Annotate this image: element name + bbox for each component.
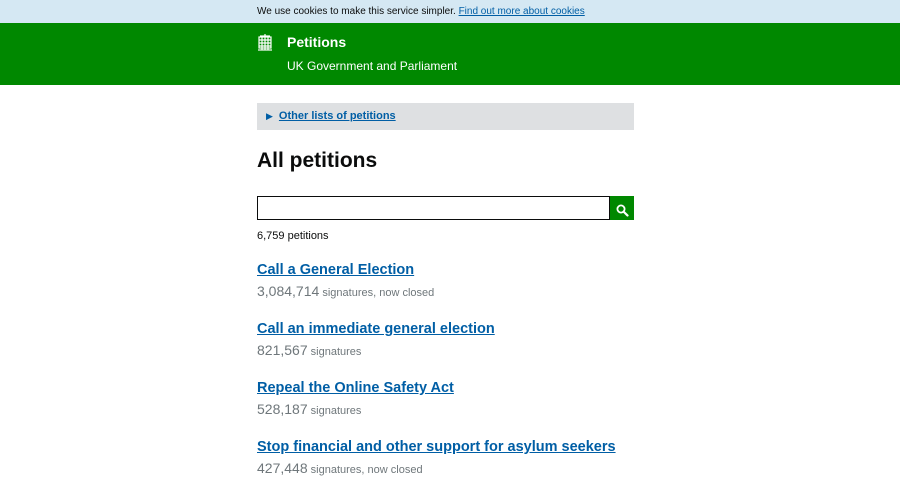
- petition-meta: 427,448 signatures, now closed: [257, 460, 857, 478]
- signature-count: 821,567: [257, 342, 308, 358]
- other-lists-link[interactable]: Other lists of petitions: [279, 110, 396, 122]
- signature-count: 528,187: [257, 401, 308, 417]
- search-input[interactable]: [257, 196, 610, 220]
- petition-status: signatures, now closed: [310, 464, 423, 476]
- signature-count: 427,448: [257, 460, 308, 476]
- petition-item: Stop financial and other support for asy…: [257, 438, 857, 497]
- page-title: All petitions: [257, 149, 378, 172]
- petition-title-link[interactable]: Stop financial and other support for asy…: [257, 438, 616, 457]
- site-title-link[interactable]: Petitions: [287, 34, 346, 50]
- petition-meta: 528,187 signatures: [257, 401, 857, 419]
- portcullis-icon: [258, 34, 272, 51]
- disclosure-triangle-icon: ▶: [266, 111, 273, 121]
- petition-status: signatures: [310, 346, 362, 358]
- cookie-info-link[interactable]: Find out more about cookies: [459, 6, 585, 17]
- petition-status: signatures: [310, 405, 362, 417]
- site-header: Petitions UK Government and Parliament: [0, 23, 900, 85]
- site-subtitle: UK Government and Parliament: [287, 59, 458, 73]
- cookie-banner-text: We use cookies to make this service simp…: [257, 6, 456, 17]
- petition-title-link[interactable]: Repeal the Online Safety Act: [257, 379, 454, 398]
- petition-status: signatures, now closed: [322, 287, 435, 299]
- other-lists-panel[interactable]: ▶ Other lists of petitions: [257, 103, 634, 130]
- petition-title-link[interactable]: Call a General Election: [257, 261, 414, 280]
- petition-meta: 3,084,714 signatures, now closed: [257, 283, 857, 301]
- petition-meta: 821,567 signatures: [257, 342, 857, 360]
- petition-item: Call an immediate general election 821,5…: [257, 320, 857, 379]
- search-button[interactable]: [610, 196, 634, 220]
- signature-count: 3,084,714: [257, 283, 320, 299]
- search-form: [257, 196, 634, 220]
- petition-count: 6,759 petitions: [257, 230, 329, 242]
- cookie-banner: We use cookies to make this service simp…: [0, 0, 900, 23]
- petition-item: Repeal the Online Safety Act 528,187 sig…: [257, 379, 857, 438]
- petition-title-link[interactable]: Call an immediate general election: [257, 320, 495, 339]
- petition-item: Call a General Election 3,084,714 signat…: [257, 261, 857, 320]
- petition-list: Call a General Election 3,084,714 signat…: [257, 261, 857, 497]
- search-icon: [616, 204, 629, 217]
